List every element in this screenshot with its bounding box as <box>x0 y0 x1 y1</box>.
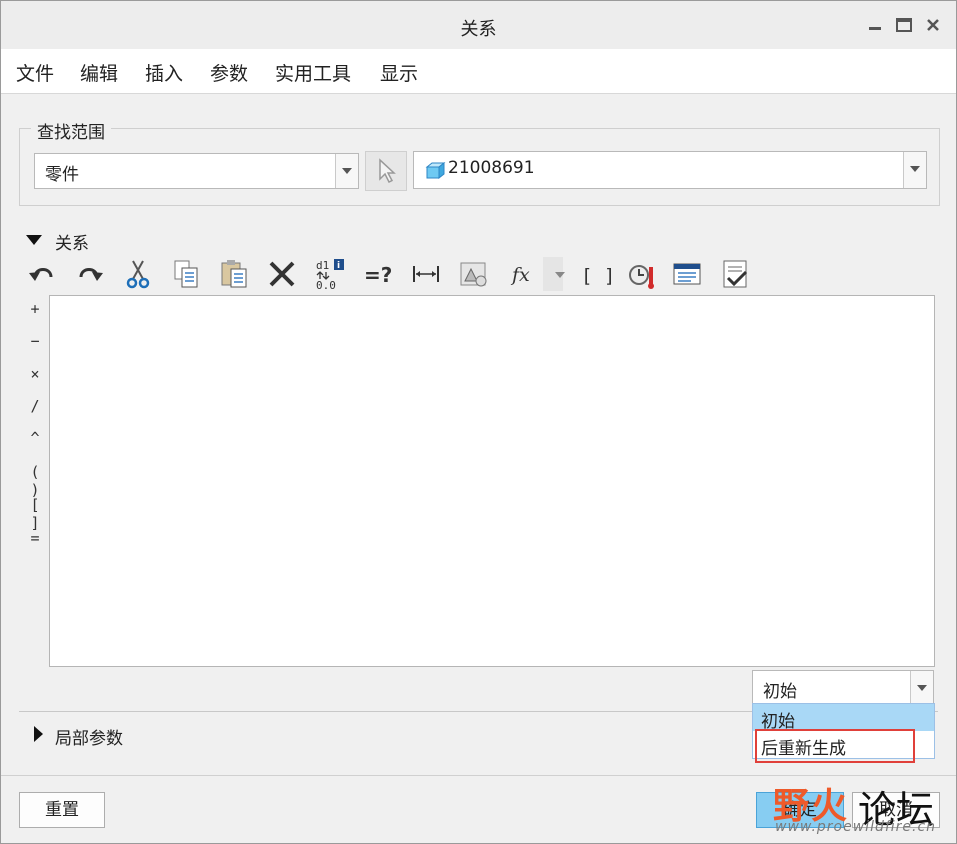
insert-parameter-icon[interactable]: [ ] <box>577 257 615 291</box>
relations-section-label[interactable]: 关系 <box>55 229 89 254</box>
svg-text:i: i <box>337 261 340 271</box>
paste-icon[interactable] <box>217 257 251 291</box>
title-bar: 关系 <box>1 1 956 49</box>
regen-select-value: 初始 <box>763 682 797 702</box>
minimize-icon[interactable] <box>863 13 887 37</box>
watermark-url: www.proewildfire.cn <box>775 819 937 835</box>
model-select[interactable]: 21008691 <box>413 151 927 189</box>
maximize-icon[interactable] <box>892 13 916 37</box>
menu-file[interactable]: 文件 <box>16 59 54 86</box>
measure-icon[interactable] <box>409 257 443 291</box>
lookup-group-label: 查找范围 <box>31 118 111 143</box>
select-pointer-button[interactable] <box>365 151 407 191</box>
scope-select-value: 零件 <box>45 165 79 185</box>
undo-icon[interactable] <box>25 257 59 291</box>
svg-text:=?: =? <box>364 263 392 287</box>
sort-icon[interactable] <box>457 257 491 291</box>
function-label: fx <box>510 264 530 286</box>
operator-divide[interactable]: / <box>23 397 47 415</box>
relations-dialog: 关系 文件 编辑 插入 参数 实用工具 显示 查找范围 零件 21008691 … <box>0 0 957 844</box>
menu-bar: 文件 编辑 插入 参数 实用工具 显示 <box>1 49 956 94</box>
insert-function-icon[interactable]: fx <box>507 257 541 291</box>
function-dropdown-icon[interactable] <box>543 257 565 291</box>
chevron-down-icon[interactable] <box>910 671 933 705</box>
svg-text:d1: d1 <box>316 259 329 272</box>
insert-from-file-icon[interactable] <box>671 257 705 291</box>
svg-text:0.0: 0.0 <box>316 279 336 291</box>
operator-minus[interactable]: − <box>23 332 47 350</box>
operator-brackets[interactable]: [ ] <box>23 496 47 532</box>
collapse-triangle-icon[interactable] <box>26 235 42 245</box>
operator-power[interactable]: ^ <box>23 429 47 447</box>
verify-icon[interactable] <box>719 257 753 291</box>
execute-verify-icon[interactable] <box>625 257 659 291</box>
regen-select[interactable]: 初始 <box>752 670 934 706</box>
switch-dimensions-icon[interactable]: d1 i 0.0 <box>313 257 347 292</box>
scope-select[interactable]: 零件 <box>34 153 359 189</box>
operator-equals[interactable]: = <box>23 529 47 547</box>
evaluate-icon[interactable]: =? <box>361 257 395 291</box>
expand-triangle-icon[interactable] <box>34 726 43 742</box>
local-params-label[interactable]: 局部参数 <box>55 724 123 749</box>
menu-display[interactable]: 显示 <box>380 59 418 86</box>
menu-insert[interactable]: 插入 <box>145 59 183 86</box>
chevron-down-icon[interactable] <box>335 154 358 188</box>
chevron-down-icon[interactable] <box>903 152 926 188</box>
close-icon[interactable] <box>921 13 945 37</box>
cursor-arrow-icon <box>379 158 396 184</box>
menu-parameters[interactable]: 参数 <box>210 59 248 86</box>
redo-icon[interactable] <box>73 257 107 291</box>
reset-button[interactable]: 重置 <box>19 792 105 828</box>
part-cube-icon <box>425 161 446 180</box>
highlight-annotation-box <box>755 729 915 763</box>
operator-plus[interactable]: + <box>23 300 47 318</box>
menu-utilities[interactable]: 实用工具 <box>275 59 351 86</box>
svg-text:[ ]: [ ] <box>581 265 611 287</box>
operator-parentheses[interactable]: ( ) <box>23 463 47 499</box>
window-title: 关系 <box>460 19 497 40</box>
model-select-value: 21008691 <box>448 158 535 178</box>
copy-icon[interactable] <box>169 257 203 291</box>
relations-editor[interactable] <box>49 295 935 667</box>
operator-multiply[interactable]: × <box>23 365 47 383</box>
regen-option-initial[interactable]: 初始 <box>753 704 934 732</box>
cut-icon[interactable] <box>121 257 155 291</box>
delete-icon[interactable] <box>265 257 299 291</box>
menu-edit[interactable]: 编辑 <box>80 59 118 86</box>
